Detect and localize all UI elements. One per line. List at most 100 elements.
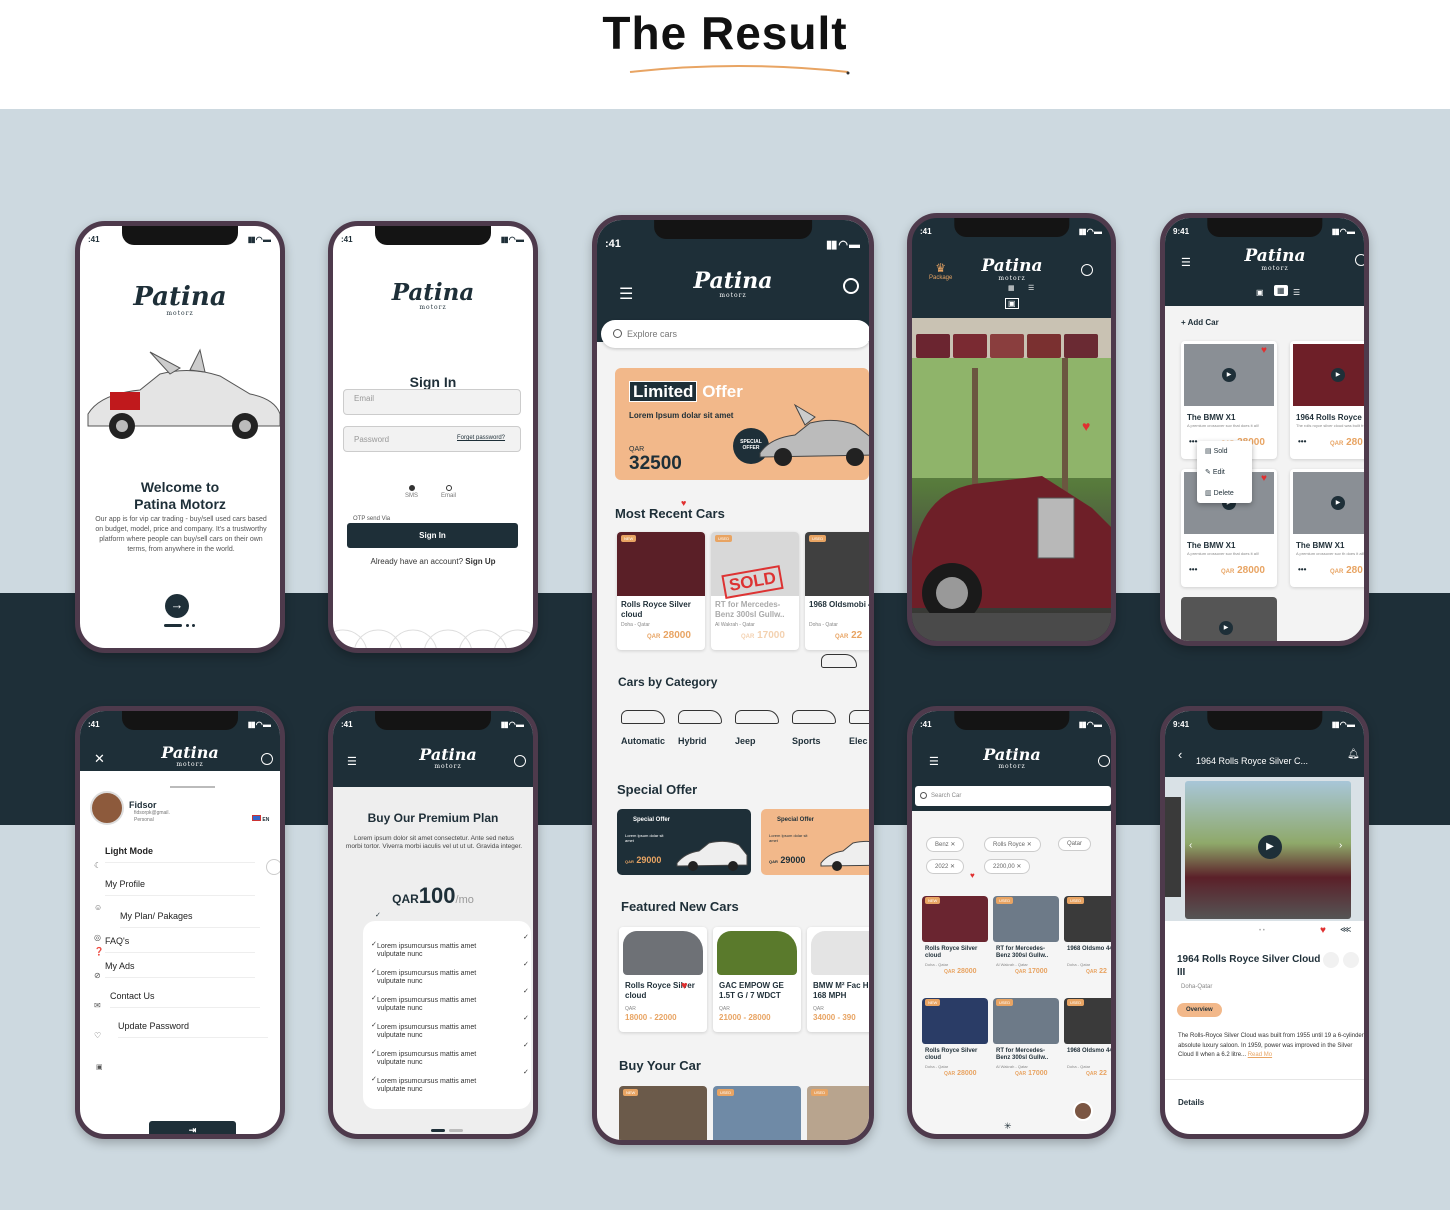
category-item[interactable]: Elec	[849, 710, 869, 746]
search-result-card[interactable]: USED RT for Mercedes-Benz 300sl Gullw.. …	[993, 998, 1059, 1094]
list-view-icon[interactable]: ☰	[1028, 284, 1034, 292]
filter-chip[interactable]: 2200,00 ✕	[984, 859, 1031, 874]
play-icon[interactable]: ▶	[1331, 368, 1345, 382]
read-more-link[interactable]: Read Mo	[1248, 1052, 1272, 1058]
filter-chip[interactable]: Benz ✕	[926, 837, 965, 852]
forgot-password-link[interactable]: Forget password?	[457, 435, 505, 441]
category-item[interactable]: Jeep	[735, 710, 791, 746]
search-result-card[interactable]: USED RT for Mercedes-Benz 300sl Gullw.. …	[993, 896, 1059, 992]
thumbnail[interactable]	[1027, 334, 1061, 358]
special-offer-card[interactable]: Special Offer Lorem Ipsum dolar sit amet…	[617, 809, 751, 875]
category-item[interactable]: Automatic	[621, 710, 677, 746]
buy-car-card[interactable]: USED	[807, 1086, 869, 1140]
category-item[interactable]: Sports	[792, 710, 848, 746]
my-ad-card[interactable]: ▶ ♥ 1964 Rolls Royce The rolls royce sil…	[1290, 341, 1364, 459]
close-icon[interactable]: ✕	[950, 842, 955, 848]
recent-car-card[interactable]: NEW Rolls Royce Silver cloud Doha - Qata…	[617, 532, 705, 650]
add-car-button[interactable]: + Add Car	[1181, 318, 1219, 327]
featured-car-card[interactable]: BMW M² Fac Hits 168 MPH QAR 34000 - 390	[807, 927, 869, 1032]
thumbnail[interactable]	[916, 334, 950, 358]
overview-tab[interactable]: Overview	[1177, 1003, 1222, 1017]
carousel-prev-icon[interactable]: ‹	[1189, 840, 1192, 851]
email-field[interactable]: Email	[343, 389, 521, 415]
close-icon[interactable]: ✕	[950, 864, 955, 870]
search-icon[interactable]	[514, 755, 526, 767]
my-ad-card[interactable]: ▶ ♥ The BMW X1 A premium crossover suv t…	[1290, 469, 1364, 587]
heart-icon[interactable]: ♥	[1261, 473, 1267, 484]
search-icon[interactable]	[1081, 264, 1093, 276]
language-selector[interactable]: EN	[252, 815, 269, 823]
play-icon[interactable]: ▶	[1219, 621, 1233, 635]
play-icon[interactable]: ▶	[1331, 496, 1345, 510]
search-input[interactable]: Search Car	[915, 786, 1111, 806]
calendar-icon[interactable]: ▣	[1005, 298, 1019, 309]
featured-car-card[interactable]: GAC EMPOW GE 1.5T G / 7 WDCT QAR 21000 -…	[713, 927, 801, 1032]
search-result-card[interactable]: NEW Rolls Royce Silver cloud Doha - Qata…	[922, 896, 988, 992]
thumbnail-strip[interactable]	[912, 318, 1111, 362]
search-result-card[interactable]: USED 1968 Oldsmo 442 Doha - Qatar QAR 22	[1064, 896, 1111, 992]
light-mode-toggle[interactable]	[266, 859, 280, 875]
more-options-icon[interactable]: •••	[1298, 437, 1306, 446]
filter-chip[interactable]: Rolls Royce ✕	[984, 837, 1041, 852]
favorite-heart-icon[interactable]: ♥	[1082, 418, 1090, 434]
drawer-item[interactable]: My Profile	[105, 879, 255, 896]
search-icon[interactable]	[843, 278, 859, 294]
thumbnail[interactable]	[953, 334, 987, 358]
search-icon[interactable]	[261, 753, 273, 765]
drawer-item[interactable]: Contact Us	[110, 991, 260, 1008]
back-arrow-icon[interactable]: ‹	[1178, 747, 1182, 762]
filter-chip[interactable]: 2022 ✕	[926, 859, 965, 874]
buy-car-card[interactable]: NEW	[619, 1086, 707, 1140]
featured-car-card[interactable]: Rolls Royce Silver cloud QAR 18000 - 220…	[619, 927, 707, 1032]
logout-button[interactable]: ⇥	[149, 1121, 236, 1134]
signin-button[interactable]: Sign In	[347, 523, 518, 548]
calendar-tab-icon[interactable]: ▣	[1256, 288, 1264, 297]
favorite-heart-icon[interactable]: ♥	[1320, 925, 1326, 936]
notification-bell-icon[interactable]: 🔔︎	[1347, 749, 1360, 760]
thumbnail[interactable]	[1064, 334, 1098, 358]
option-circle[interactable]	[1323, 952, 1339, 968]
grid-view-icon[interactable]: ▦	[1008, 284, 1015, 292]
thumbnail[interactable]	[990, 334, 1024, 358]
otp-sms-radio[interactable]: SMS	[405, 485, 418, 499]
limited-offer-banner[interactable]: Limited Offer Lorem Ipsum dolar sit amet…	[615, 368, 869, 480]
grid-tab-icon[interactable]: ▦	[1274, 285, 1288, 296]
menu-edit[interactable]: ✎ Edit	[1205, 468, 1225, 476]
drawer-item[interactable]: My Plan/ Pakages	[120, 911, 260, 928]
play-icon[interactable]: ▶	[1222, 368, 1236, 382]
drawer-item[interactable]: My Ads	[105, 961, 255, 978]
avatar[interactable]	[1073, 1101, 1093, 1121]
list-tab-icon[interactable]: ☰	[1293, 288, 1300, 297]
drawer-item[interactable]: FAQ's	[105, 936, 255, 953]
close-icon[interactable]: ✕	[1027, 842, 1032, 848]
search-result-card[interactable]: NEW Rolls Royce Silver cloud Doha - Qata…	[922, 998, 988, 1094]
special-offer-card[interactable]: Special Offer Lorem Ipsum dolar sit amet…	[761, 809, 869, 875]
recent-car-card[interactable]: USED 1968 Oldsmobi 442 Doha - Qatar QAR …	[805, 532, 869, 650]
share-icon[interactable]: ⋘	[1340, 925, 1351, 934]
signup-link[interactable]: Sign Up	[465, 557, 495, 566]
drawer-item[interactable]: Light Mode	[105, 846, 255, 863]
recent-car-card[interactable]: USED SOLD RT for Mercedes-Benz 300sl Gul…	[711, 532, 799, 650]
search-icon[interactable]	[1355, 254, 1364, 266]
my-ad-card[interactable]: ▶	[1181, 597, 1277, 641]
menu-sold[interactable]: ▤ Sold	[1205, 447, 1228, 455]
search-bar[interactable]: Explore cars	[601, 320, 869, 348]
drag-handle[interactable]	[170, 786, 215, 788]
otp-email-radio[interactable]: Email	[441, 485, 456, 499]
carousel-next-icon[interactable]: ›	[1339, 840, 1342, 851]
more-options-icon[interactable]: •••	[1298, 565, 1306, 574]
next-button[interactable]: →	[165, 594, 189, 618]
buy-car-card[interactable]: USED	[713, 1086, 801, 1140]
drawer-item[interactable]: Update Password	[118, 1021, 268, 1038]
car-image-carousel[interactable]: ▶ ‹ ›	[1165, 777, 1364, 921]
close-icon[interactable]: ✕	[1016, 864, 1021, 870]
play-icon[interactable]: ▶	[1258, 835, 1282, 859]
option-circle[interactable]	[1343, 952, 1359, 968]
heart-icon[interactable]: ♥	[1261, 345, 1267, 356]
search-icon[interactable]	[1098, 755, 1110, 767]
filter-chip[interactable]: Qatar	[1058, 837, 1092, 851]
search-result-card[interactable]: USED 1968 Oldsmo 442 Doha - Qatar QAR 22	[1064, 998, 1111, 1094]
more-options-icon[interactable]: •••	[1189, 565, 1197, 574]
menu-delete[interactable]: ▥ Delete	[1205, 489, 1234, 497]
category-item[interactable]: Hybrid	[678, 710, 734, 746]
